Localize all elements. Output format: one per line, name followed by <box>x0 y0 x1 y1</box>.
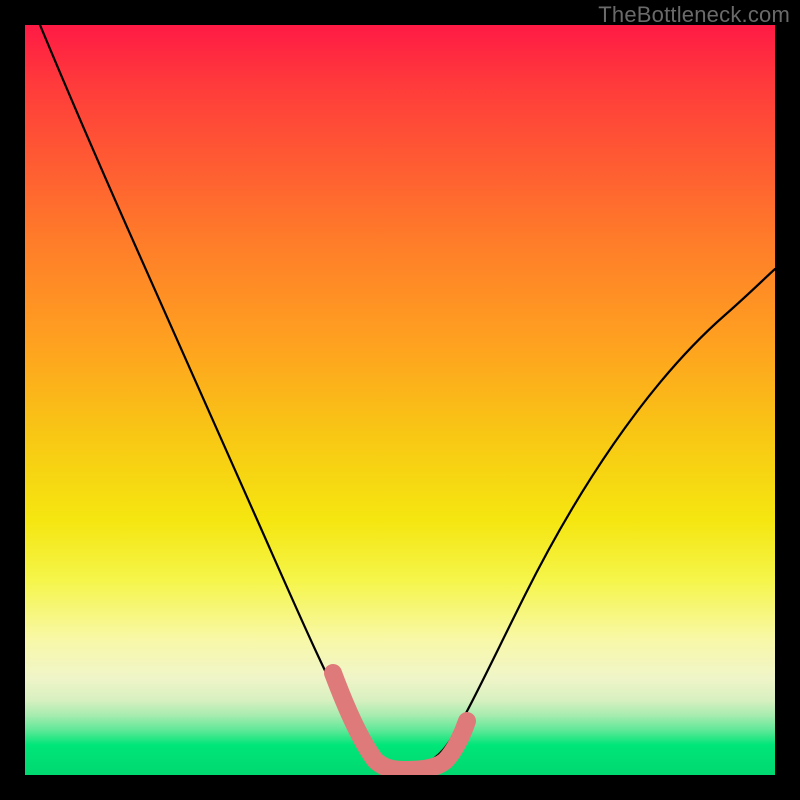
chart-frame: TheBottleneck.com <box>0 0 800 800</box>
watermark-text: TheBottleneck.com <box>598 2 790 28</box>
curve-line <box>40 25 775 767</box>
highlight-segment <box>333 673 467 770</box>
chart-plot <box>25 25 775 775</box>
